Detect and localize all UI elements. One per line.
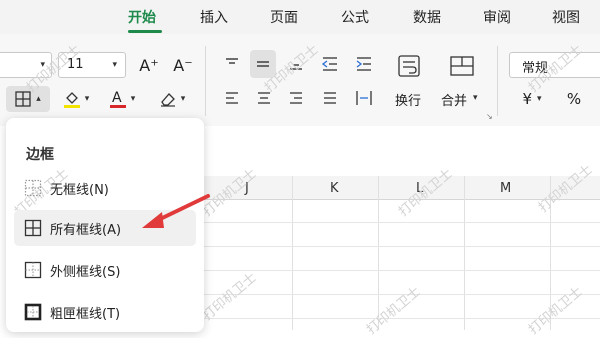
percent-button[interactable]: % bbox=[562, 86, 586, 112]
align-left-button[interactable] bbox=[220, 86, 244, 110]
paint-bucket-icon bbox=[63, 92, 80, 108]
menu-item-label: 外侧框线(S) bbox=[50, 264, 121, 280]
grid-line bbox=[204, 222, 600, 223]
ribbon-divider bbox=[205, 46, 206, 116]
clear-format-button[interactable]: ▾ bbox=[152, 86, 192, 112]
currency-label: ¥ bbox=[522, 90, 532, 108]
decrease-indent-button[interactable] bbox=[318, 52, 342, 76]
decrease-indent-icon bbox=[321, 57, 337, 71]
tab-home[interactable]: 开始 bbox=[128, 7, 156, 27]
justify-button[interactable] bbox=[318, 86, 342, 110]
chevron-up-icon: ▴ bbox=[36, 94, 41, 104]
decrease-font-label: A⁻ bbox=[173, 55, 193, 75]
align-middle-icon bbox=[257, 61, 269, 67]
wrap-text-icon bbox=[398, 55, 420, 77]
font-color-icon: A bbox=[109, 90, 126, 108]
menu-title: 边框 bbox=[26, 147, 54, 163]
svg-text:A: A bbox=[112, 90, 122, 106]
increase-font-label: A⁺ bbox=[139, 55, 159, 75]
active-tab-indicator bbox=[128, 30, 162, 33]
merge-cells-button[interactable] bbox=[445, 50, 479, 82]
tab-insert[interactable]: 插入 bbox=[200, 7, 228, 27]
increase-indent-icon bbox=[356, 57, 371, 71]
merge-cells-label: 合并 bbox=[441, 94, 468, 109]
eraser-icon bbox=[160, 93, 175, 107]
tab-formula[interactable]: 公式 bbox=[341, 7, 369, 27]
tab-review[interactable]: 审阅 bbox=[483, 7, 511, 27]
chevron-down-icon: ▾ bbox=[537, 94, 542, 104]
thick-box-border-icon bbox=[24, 303, 42, 321]
chevron-down-icon: ▾ bbox=[112, 60, 117, 70]
column-header-m[interactable]: M bbox=[500, 181, 511, 196]
tab-page[interactable]: 页面 bbox=[270, 7, 298, 27]
distributed-align-icon bbox=[356, 91, 372, 105]
chevron-down-icon: ▾ bbox=[180, 94, 186, 104]
grid-line bbox=[204, 246, 600, 247]
tab-data[interactable]: 数据 bbox=[413, 7, 441, 27]
merge-cells-icon bbox=[450, 56, 474, 76]
all-borders-icon bbox=[15, 91, 31, 107]
decrease-font-button[interactable]: A⁻ bbox=[170, 52, 196, 78]
no-border-icon bbox=[24, 179, 42, 197]
ribbon-tab-bar: 开始 插入 页面 公式 数据 审阅 视图 bbox=[0, 0, 600, 34]
justify-icon bbox=[324, 92, 336, 104]
tab-view[interactable]: 视图 bbox=[552, 7, 580, 27]
menu-item-label: 无框线(N) bbox=[50, 182, 109, 198]
wrap-text-label: 换行 bbox=[395, 94, 422, 109]
align-top-icon bbox=[226, 58, 238, 64]
fill-color-button[interactable]: ▾ bbox=[58, 86, 94, 112]
wrap-text-button[interactable] bbox=[392, 50, 426, 82]
menu-item-label: 粗匣框线(T) bbox=[50, 306, 121, 322]
chevron-down-icon: ▾ bbox=[130, 94, 136, 104]
font-color-button[interactable]: A ▾ bbox=[104, 86, 140, 112]
menu-item-outside-borders[interactable]: 外侧框线(S) bbox=[14, 252, 196, 288]
align-left-icon bbox=[226, 92, 238, 104]
grid-line bbox=[292, 176, 293, 330]
column-header-k[interactable]: K bbox=[330, 181, 339, 196]
align-right-icon bbox=[290, 92, 302, 104]
align-right-button[interactable] bbox=[284, 86, 308, 110]
annotation-arrow-icon bbox=[142, 194, 210, 228]
menu-item-thick-box-border[interactable]: 粗匣框线(T) bbox=[14, 294, 196, 330]
menu-item-label: 所有框线(A) bbox=[50, 222, 122, 238]
distributed-align-button[interactable] bbox=[352, 86, 376, 110]
chevron-down-icon: ▾ bbox=[473, 93, 478, 103]
align-top-button[interactable] bbox=[220, 52, 244, 76]
grid-line bbox=[464, 176, 465, 330]
dialog-launcher-icon[interactable]: ↘ bbox=[486, 112, 493, 121]
ribbon-divider bbox=[497, 46, 498, 116]
increase-indent-button[interactable] bbox=[352, 52, 376, 76]
chevron-down-icon: ▾ bbox=[84, 94, 90, 104]
outside-borders-icon bbox=[24, 261, 42, 279]
all-borders-icon bbox=[24, 219, 42, 237]
grid-line bbox=[204, 270, 600, 271]
percent-label: % bbox=[566, 90, 582, 108]
increase-font-button[interactable]: A⁺ bbox=[136, 52, 162, 78]
